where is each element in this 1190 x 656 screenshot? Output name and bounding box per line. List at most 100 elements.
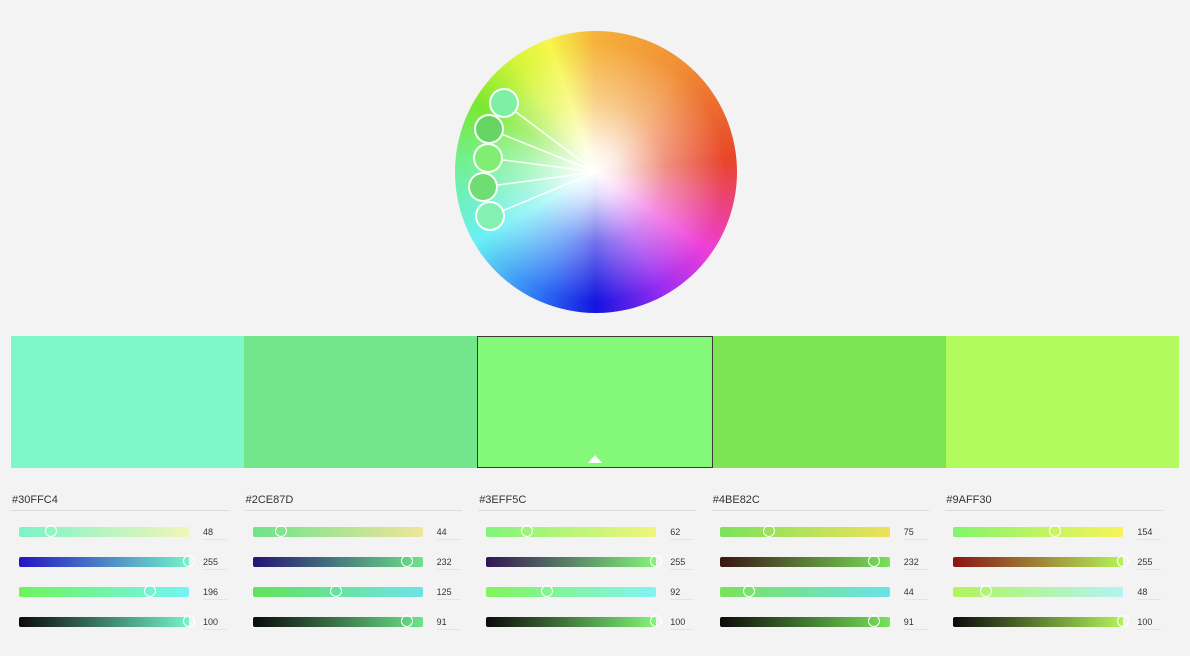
color-slider-track[interactable] xyxy=(953,555,1130,567)
hex-value[interactable]: #2CE87D xyxy=(244,490,463,511)
slider-thumb[interactable] xyxy=(979,585,992,597)
wheel-handle-1[interactable] xyxy=(489,88,519,118)
color-slider-track[interactable] xyxy=(19,615,195,627)
slider-row: 48 xyxy=(11,516,237,546)
slider-thumb[interactable] xyxy=(868,555,881,567)
slider-thumb[interactable] xyxy=(742,585,755,597)
hex-value[interactable]: #30FFC4 xyxy=(11,490,229,511)
slider-thumb[interactable] xyxy=(868,615,881,627)
slider-thumb[interactable] xyxy=(329,585,342,597)
color-slider-track[interactable] xyxy=(719,555,890,567)
wheel-handle-4[interactable] xyxy=(468,172,498,202)
color-columns: #30FFC4 48 255 196 100 #2CE87D 44 232 125 91 #3EFF… xyxy=(11,490,1179,636)
color-swatch-4[interactable] xyxy=(712,336,946,468)
slider-row: 91 xyxy=(245,606,471,636)
slider-thumb[interactable] xyxy=(143,585,156,597)
slider-row: 232 xyxy=(712,546,938,576)
color-slider-track[interactable] xyxy=(486,555,663,567)
color-slider-track[interactable] xyxy=(252,585,423,597)
slider-row: 100 xyxy=(945,606,1171,636)
color-swatch-2[interactable] xyxy=(244,336,478,468)
slider-value[interactable]: 232 xyxy=(436,555,461,570)
hex-value[interactable]: #4BE82C xyxy=(711,490,930,511)
slider-value[interactable]: 255 xyxy=(670,555,695,570)
slider-thumb[interactable] xyxy=(1117,555,1130,567)
slider-thumb[interactable] xyxy=(275,525,288,537)
slider-group: 154 255 48 100 xyxy=(945,511,1171,636)
slider-thumb[interactable] xyxy=(763,525,776,537)
swatch-row xyxy=(11,336,1180,468)
color-slider-track[interactable] xyxy=(486,615,663,627)
slider-value[interactable]: 255 xyxy=(203,555,227,570)
color-slider-track[interactable] xyxy=(953,615,1130,627)
slider-value[interactable]: 125 xyxy=(436,585,461,600)
color-column-2: #2CE87D 44 232 125 91 xyxy=(244,490,479,636)
slider-value[interactable]: 48 xyxy=(1137,585,1162,600)
slider-thumb[interactable] xyxy=(401,615,414,627)
slider-value[interactable]: 44 xyxy=(436,525,461,540)
color-slider-track[interactable] xyxy=(252,525,423,537)
color-slider-track[interactable] xyxy=(486,585,657,597)
slider-value[interactable]: 154 xyxy=(1137,525,1162,540)
color-slider-track[interactable] xyxy=(19,585,189,597)
slider-group: 44 232 125 91 xyxy=(245,511,471,636)
slider-value[interactable]: 100 xyxy=(670,615,695,630)
color-column-4: #4BE82C 75 232 44 91 xyxy=(711,490,946,636)
slider-thumb[interactable] xyxy=(183,615,195,627)
slider-row: 255 xyxy=(11,546,237,576)
slider-value[interactable]: 100 xyxy=(203,615,227,630)
slider-thumb[interactable] xyxy=(650,555,663,567)
color-slider-track[interactable] xyxy=(19,555,195,567)
slider-row: 48 xyxy=(945,576,1171,606)
slider-value[interactable]: 91 xyxy=(903,615,928,630)
slider-value[interactable]: 75 xyxy=(903,525,928,540)
slider-thumb[interactable] xyxy=(183,555,195,567)
slider-thumb[interactable] xyxy=(401,555,414,567)
color-slider-track[interactable] xyxy=(719,585,890,597)
slider-value[interactable]: 100 xyxy=(1137,615,1162,630)
slider-thumb[interactable] xyxy=(650,615,663,627)
color-swatch-3[interactable] xyxy=(477,336,713,468)
color-slider-track[interactable] xyxy=(252,555,423,567)
slider-value[interactable]: 44 xyxy=(903,585,928,600)
wheel-handle-3[interactable] xyxy=(473,143,503,173)
color-wheel-area xyxy=(0,0,1190,330)
hex-value[interactable]: #3EFF5C xyxy=(478,490,696,511)
color-slider-track[interactable] xyxy=(953,525,1124,537)
wheel-handle-5[interactable] xyxy=(475,201,505,231)
color-wheel[interactable] xyxy=(455,31,737,313)
color-column-3: #3EFF5C 62 255 92 100 xyxy=(478,490,712,636)
slider-row: 44 xyxy=(245,516,471,546)
wheel-handle-2[interactable] xyxy=(474,114,504,144)
slider-row: 232 xyxy=(245,546,471,576)
color-column-5: #9AFF30 154 255 48 100 xyxy=(945,490,1179,636)
slider-value[interactable]: 62 xyxy=(670,525,695,540)
slider-value[interactable]: 232 xyxy=(903,555,928,570)
color-column-1: #30FFC4 48 255 196 100 xyxy=(11,490,245,636)
hex-value[interactable]: #9AFF30 xyxy=(945,490,1163,511)
slider-thumb[interactable] xyxy=(1049,525,1062,537)
color-slider-track[interactable] xyxy=(252,615,423,627)
color-slider-track[interactable] xyxy=(719,615,890,627)
slider-value[interactable]: 48 xyxy=(203,525,227,540)
slider-row: 100 xyxy=(11,606,237,636)
slider-value[interactable]: 91 xyxy=(436,615,461,630)
color-slider-track[interactable] xyxy=(953,585,1124,597)
slider-value[interactable]: 92 xyxy=(670,585,695,600)
slider-thumb[interactable] xyxy=(520,525,533,537)
slider-row: 255 xyxy=(945,546,1171,576)
slider-value[interactable]: 255 xyxy=(1137,555,1162,570)
color-swatch-5[interactable] xyxy=(945,336,1180,468)
slider-thumb[interactable] xyxy=(1117,615,1130,627)
slider-value[interactable]: 196 xyxy=(203,585,227,600)
color-swatch-1[interactable] xyxy=(11,336,245,468)
slider-row: 62 xyxy=(478,516,704,546)
slider-thumb[interactable] xyxy=(541,585,554,597)
slider-row: 44 xyxy=(712,576,938,606)
slider-row: 125 xyxy=(245,576,471,606)
slider-thumb[interactable] xyxy=(45,525,58,537)
selected-caret-icon xyxy=(588,455,602,463)
color-slider-track[interactable] xyxy=(19,525,189,537)
color-slider-track[interactable] xyxy=(719,525,890,537)
color-slider-track[interactable] xyxy=(486,525,657,537)
